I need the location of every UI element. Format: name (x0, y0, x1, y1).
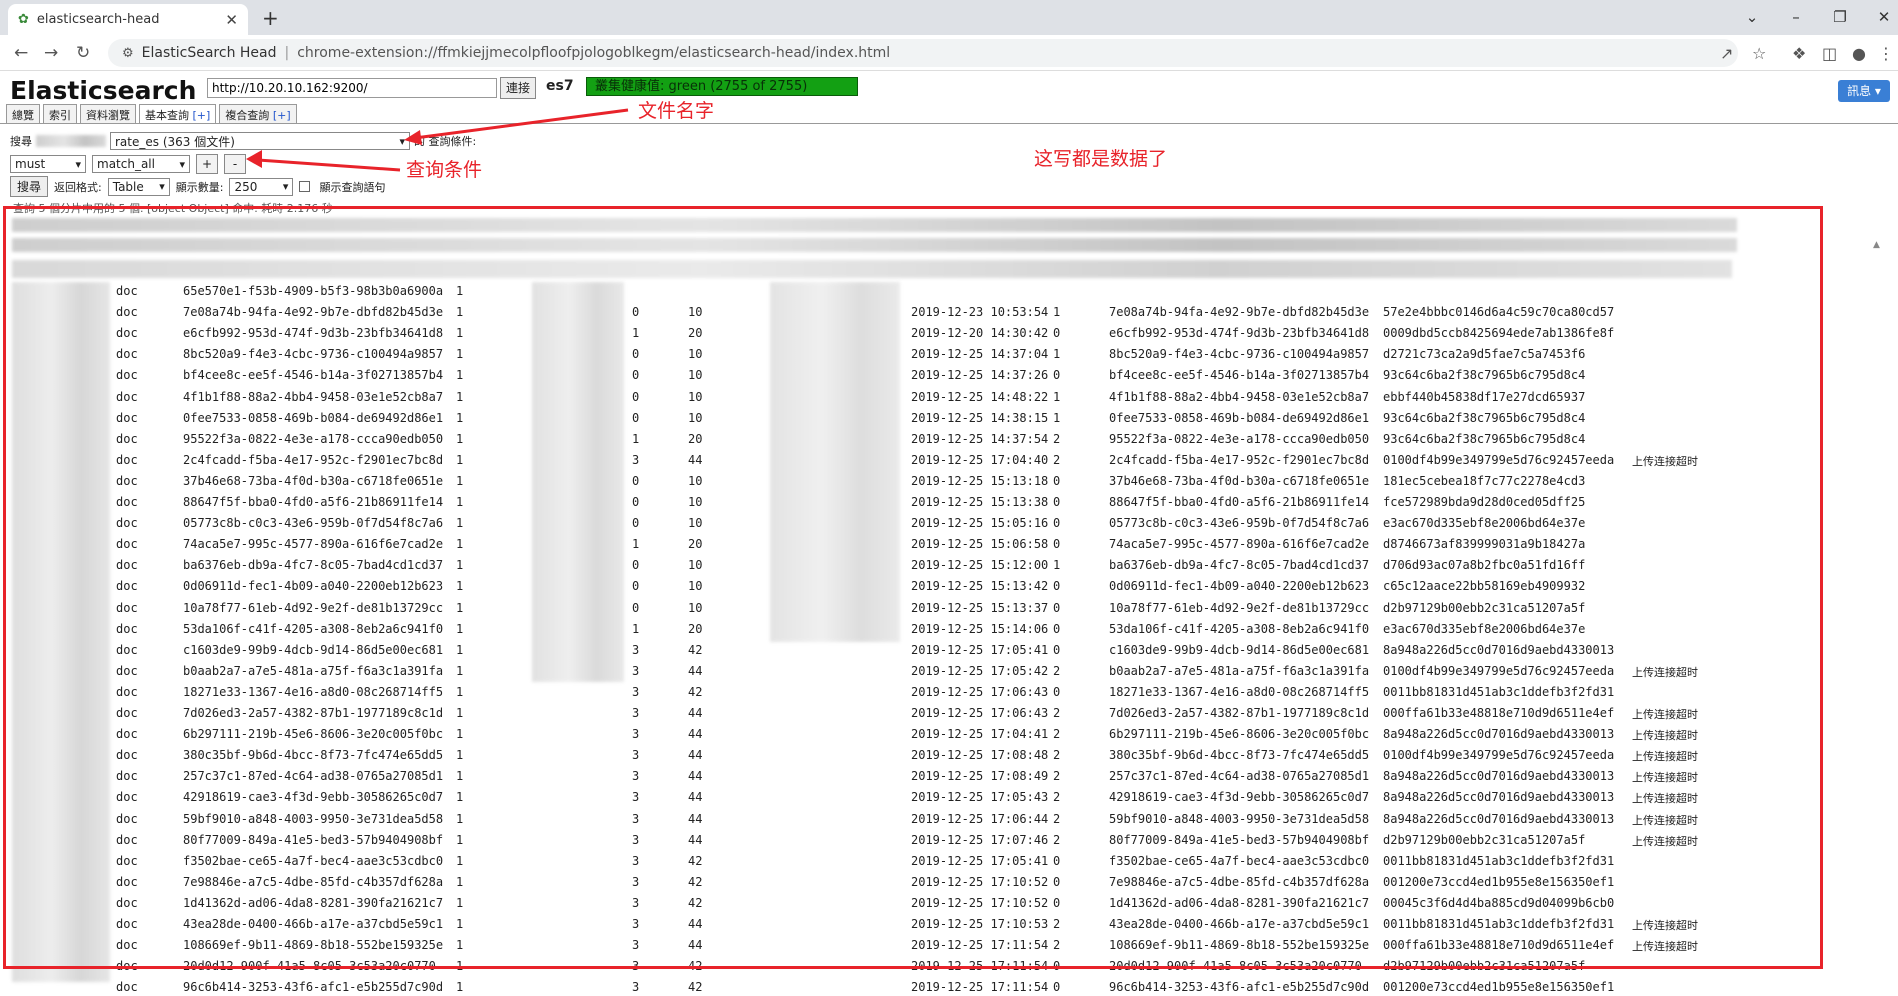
arrowhead-query (246, 150, 262, 168)
arrow-to-query-cond (257, 158, 401, 172)
arrowhead-index (404, 130, 422, 145)
annotation-arrows (246, 108, 629, 172)
arrow-to-index-select (414, 108, 629, 140)
